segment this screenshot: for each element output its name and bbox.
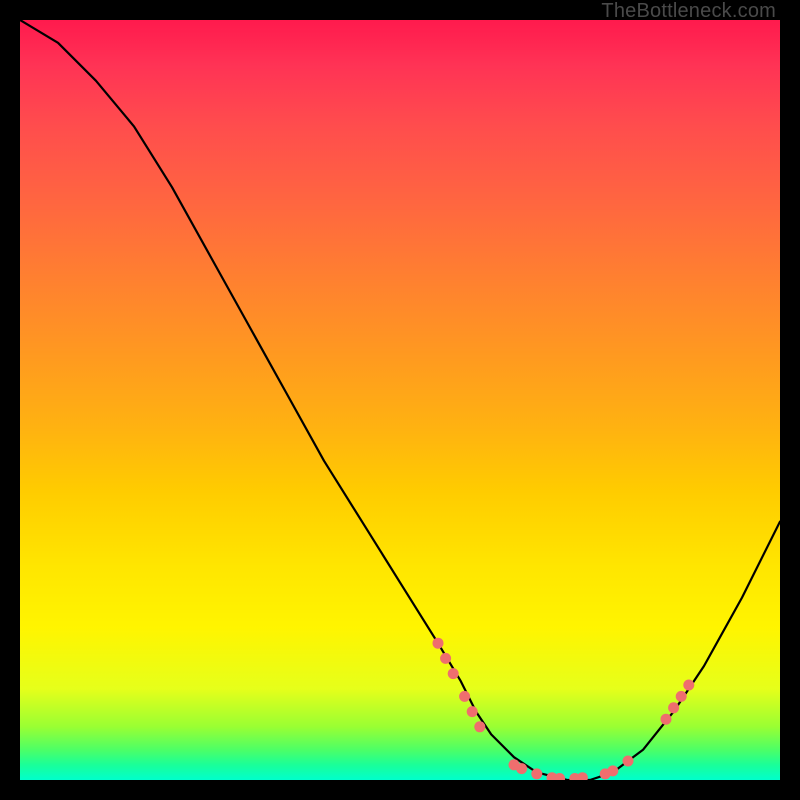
- data-marker: [448, 668, 459, 679]
- data-marker: [531, 768, 542, 779]
- chart-container: TheBottleneck.com: [0, 0, 800, 800]
- marker-group: [433, 638, 695, 780]
- data-marker: [577, 772, 588, 780]
- watermark-text: TheBottleneck.com: [601, 0, 776, 23]
- bottleneck-curve: [20, 20, 780, 780]
- data-marker: [676, 691, 687, 702]
- plot-area: [20, 20, 780, 780]
- data-marker: [607, 765, 618, 776]
- data-marker: [516, 763, 527, 774]
- data-marker: [459, 691, 470, 702]
- data-marker: [433, 638, 444, 649]
- data-marker: [683, 680, 694, 691]
- data-marker: [440, 653, 451, 664]
- curve-svg: [20, 20, 780, 780]
- data-marker: [661, 714, 672, 725]
- data-marker: [474, 721, 485, 732]
- data-marker: [623, 756, 634, 767]
- data-marker: [668, 702, 679, 713]
- data-marker: [467, 706, 478, 717]
